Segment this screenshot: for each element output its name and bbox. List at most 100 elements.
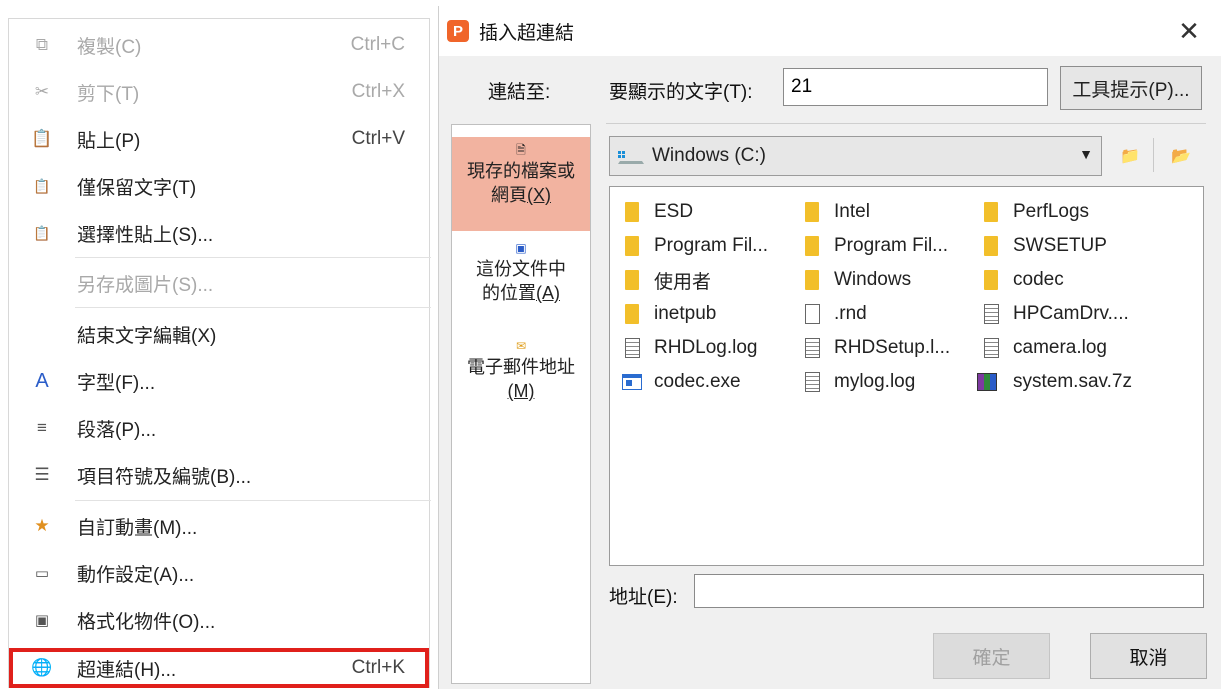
file-name: Program Fil... (654, 235, 769, 256)
font-icon: A (35, 369, 49, 392)
file-name: .rnd (834, 303, 867, 324)
menu-item-exit-text-edit[interactable]: 結束文字編輯(X) (9, 315, 429, 353)
list-item[interactable]: system.sav.7z (973, 367, 1132, 397)
nav-label: 網頁 (491, 185, 527, 205)
text-file-icon (802, 371, 822, 393)
menu-item-copy[interactable]: ⧉ 複製(C) Ctrl+C (9, 26, 429, 64)
text-file-icon (981, 337, 1001, 359)
display-text-input[interactable] (783, 68, 1048, 106)
file-name: PerfLogs (1013, 201, 1090, 222)
list-item[interactable]: Windows (802, 265, 911, 295)
toolbar-separator (1153, 138, 1154, 172)
menu-item-paste-text-only[interactable]: 📋 僅保留文字(T) (9, 167, 429, 205)
nav-label: 現存的檔案或 (467, 161, 575, 181)
link-to-nav: 🗎 現存的檔案或 網頁(X) ▣ 這份文件中 的位置(A) ✉ 電子郵件地址 (… (451, 124, 591, 684)
list-item[interactable]: Intel (802, 197, 870, 227)
menu-item-paste-special[interactable]: 📋 選擇性貼上(S)... (9, 214, 429, 252)
document-place-icon: ▣ (515, 241, 527, 255)
folder-icon (622, 235, 642, 257)
cancel-button[interactable]: 取消 (1090, 633, 1207, 679)
list-item[interactable]: HPCamDrv.... (981, 299, 1129, 329)
folder-icon (802, 235, 822, 257)
menu-item-shortcut: Ctrl+K (351, 657, 405, 678)
menu-item-format-object[interactable]: ▣ 格式化物件(O)... (9, 601, 429, 639)
up-folder-button[interactable]: 📁 (1117, 143, 1143, 169)
folder-icon (802, 201, 822, 223)
text-file-icon (622, 337, 642, 359)
paragraph-icon: ≡ (37, 418, 47, 437)
browse-folder-button[interactable]: 📂 (1168, 143, 1194, 169)
nav-accesskey: (A) (536, 283, 560, 303)
menu-item-paste[interactable]: 📋 貼上(P) Ctrl+V (9, 120, 429, 158)
text-file-icon (802, 337, 822, 359)
list-item[interactable]: inetpub (622, 299, 716, 329)
menu-item-label: 結束文字編輯(X) (77, 325, 217, 347)
paste-special-icon: 📋 (33, 224, 51, 241)
list-item[interactable]: mylog.log (802, 367, 915, 397)
bullets-icon: ☰ (34, 465, 50, 484)
list-item[interactable]: Program Fil... (622, 231, 768, 261)
list-item[interactable]: PerfLogs (981, 197, 1089, 227)
menu-item-label: 剪下(T) (77, 83, 140, 105)
menu-separator (75, 307, 431, 308)
hyperlink-icon: 🌐 (31, 658, 53, 677)
folder-icon (802, 269, 822, 291)
email-icon: ✉ (515, 339, 527, 353)
nav-accesskey: (X) (527, 185, 551, 205)
list-item[interactable]: ESD (622, 197, 693, 227)
menu-item-label: 項目符號及編號(B)... (77, 466, 252, 488)
folder-icon (981, 235, 1001, 257)
menu-separator (75, 257, 431, 258)
address-label: 地址(E): (609, 587, 678, 608)
nav-label: 的位置 (482, 283, 536, 303)
menu-item-save-as-picture[interactable]: 另存成圖片(S)... (9, 264, 429, 302)
folder-icon (981, 201, 1001, 223)
list-item[interactable]: camera.log (981, 333, 1107, 363)
drive-icon (618, 147, 644, 165)
nav-email-address[interactable]: ✉ 電子郵件地址 (M) (452, 333, 590, 423)
display-text-label: 要顯示的文字(T): (609, 82, 753, 103)
list-item[interactable]: Program Fil... (802, 231, 948, 261)
nav-place-in-document[interactable]: ▣ 這份文件中 的位置(A) (452, 235, 590, 325)
ok-button[interactable]: 確定 (933, 633, 1050, 679)
paste-text-icon: 📋 (33, 177, 51, 194)
menu-item-label: 複製(C) (77, 36, 142, 58)
divider (606, 123, 1206, 124)
look-in-dropdown[interactable]: Windows (C:) ▼ (609, 136, 1102, 176)
menu-item-shortcut: Ctrl+C (350, 34, 405, 55)
menu-item-paragraph[interactable]: ≡ 段落(P)... (9, 409, 429, 447)
file-name: mylog.log (834, 371, 916, 392)
menu-item-label: 段落(P)... (77, 419, 157, 441)
archive-file-icon (973, 371, 1001, 393)
menu-item-label: 僅保留文字(T) (77, 177, 197, 199)
close-button[interactable]: ✕ (1174, 16, 1204, 46)
list-item[interactable]: .rnd (802, 299, 867, 329)
menu-item-bullets[interactable]: ☰ 項目符號及編號(B)... (9, 456, 429, 494)
chevron-down-icon: ▼ (1079, 146, 1093, 162)
menu-item-custom-animation[interactable]: ★ 自訂動畫(M)... (9, 507, 429, 545)
folder-icon (981, 269, 1001, 291)
list-item[interactable]: 使用者 (622, 265, 711, 295)
file-name: system.sav.7z (1013, 371, 1132, 392)
menu-item-cut[interactable]: ✂ 剪下(T) Ctrl+X (9, 73, 429, 111)
address-input[interactable] (694, 574, 1204, 608)
list-item[interactable]: codec.exe (622, 367, 741, 397)
file-name: camera.log (1013, 337, 1107, 358)
file-name: SWSETUP (1013, 235, 1107, 256)
menu-item-action-settings[interactable]: ▭ 動作設定(A)... (9, 554, 429, 592)
insert-hyperlink-dialog: P 插入超連結 ✕ 連結至: 要顯示的文字(T): 工具提示(P)... 🗎 現… (438, 6, 1221, 689)
list-item[interactable]: codec (981, 265, 1064, 295)
menu-item-hyperlink[interactable]: 🌐 超連結(H)... Ctrl+K (9, 648, 429, 688)
menu-item-label: 自訂動畫(M)... (77, 517, 198, 539)
nav-existing-file-or-web-page[interactable]: 🗎 現存的檔案或 網頁(X) (452, 137, 590, 231)
blank-file-icon (802, 303, 822, 325)
file-name: ESD (654, 201, 694, 222)
list-item[interactable]: RHDSetup.l... (802, 333, 950, 363)
list-item[interactable]: SWSETUP (981, 231, 1107, 261)
screentip-button[interactable]: 工具提示(P)... (1060, 66, 1202, 110)
menu-item-font[interactable]: A 字型(F)... (9, 362, 429, 400)
file-name: codec (1013, 269, 1064, 290)
format-object-icon: ▣ (34, 612, 50, 629)
dialog-title: 插入超連結 (479, 22, 575, 44)
list-item[interactable]: RHDLog.log (622, 333, 758, 363)
